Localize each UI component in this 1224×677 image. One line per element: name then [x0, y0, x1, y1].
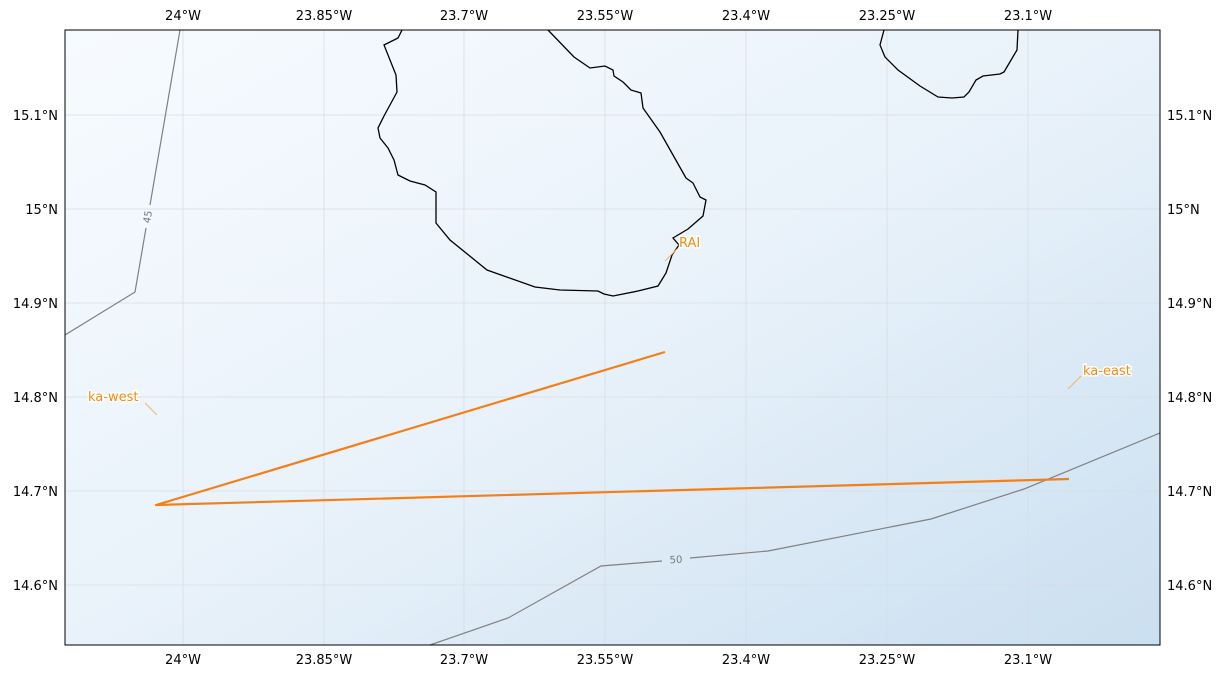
lon-tick-bottom: 23.25°W [859, 653, 916, 668]
lon-tick-top: 23.55°W [577, 9, 634, 24]
lon-tick-top: 23.1°W [1004, 9, 1052, 24]
lat-tick-right: 14.9°N [1167, 297, 1212, 312]
lat-ticks-right: 15.1°N 15°N 14.9°N 14.8°N 14.7°N 14.6°N [1167, 109, 1212, 594]
lon-tick-bottom: 24°W [165, 653, 201, 668]
station-label-rai: RAI [679, 236, 700, 251]
station-label-ka-west: ka-west [88, 390, 138, 405]
lon-tick-bottom: 23.85°W [296, 653, 353, 668]
station-label-ka-east: ka-east [1083, 364, 1131, 379]
lon-ticks-bottom: 24°W 23.85°W 23.7°W 23.55°W 23.4°W 23.25… [165, 653, 1052, 668]
lat-tick-left: 15.1°N [13, 109, 58, 124]
lon-tick-bottom: 23.1°W [1004, 653, 1052, 668]
lon-tick-bottom: 23.4°W [722, 653, 770, 668]
lon-tick-top: 23.4°W [722, 9, 770, 24]
sea-background [65, 30, 1160, 645]
contour-label-50: 50 [669, 555, 682, 567]
lat-tick-left: 14.8°N [13, 391, 58, 406]
lat-tick-left: 14.6°N [13, 579, 58, 594]
lon-tick-top: 23.85°W [296, 9, 353, 24]
lon-tick-top: 23.7°W [440, 9, 488, 24]
lon-ticks-top: 24°W 23.85°W 23.7°W 23.55°W 23.4°W 23.25… [165, 9, 1052, 24]
lat-tick-left: 15°N [25, 203, 58, 218]
lat-tick-right: 14.7°N [1167, 485, 1212, 500]
lat-tick-right: 14.6°N [1167, 579, 1212, 594]
lat-tick-right: 15°N [1167, 203, 1200, 218]
lat-tick-left: 14.9°N [13, 297, 58, 312]
lon-tick-top: 23.25°W [859, 9, 916, 24]
lat-ticks-left: 15.1°N 15°N 14.9°N 14.8°N 14.7°N 14.6°N [13, 109, 58, 594]
lat-tick-left: 14.7°N [13, 485, 58, 500]
lat-tick-right: 15.1°N [1167, 109, 1212, 124]
contour-label-45: 45 [142, 210, 155, 224]
lon-tick-bottom: 23.7°W [440, 653, 488, 668]
lon-tick-top: 24°W [165, 9, 201, 24]
map-figure: 45 50 RAI ka-west ka-east 24°W 23.85°W 2… [13, 9, 1212, 668]
lon-tick-bottom: 23.55°W [577, 653, 634, 668]
lat-tick-right: 14.8°N [1167, 391, 1212, 406]
